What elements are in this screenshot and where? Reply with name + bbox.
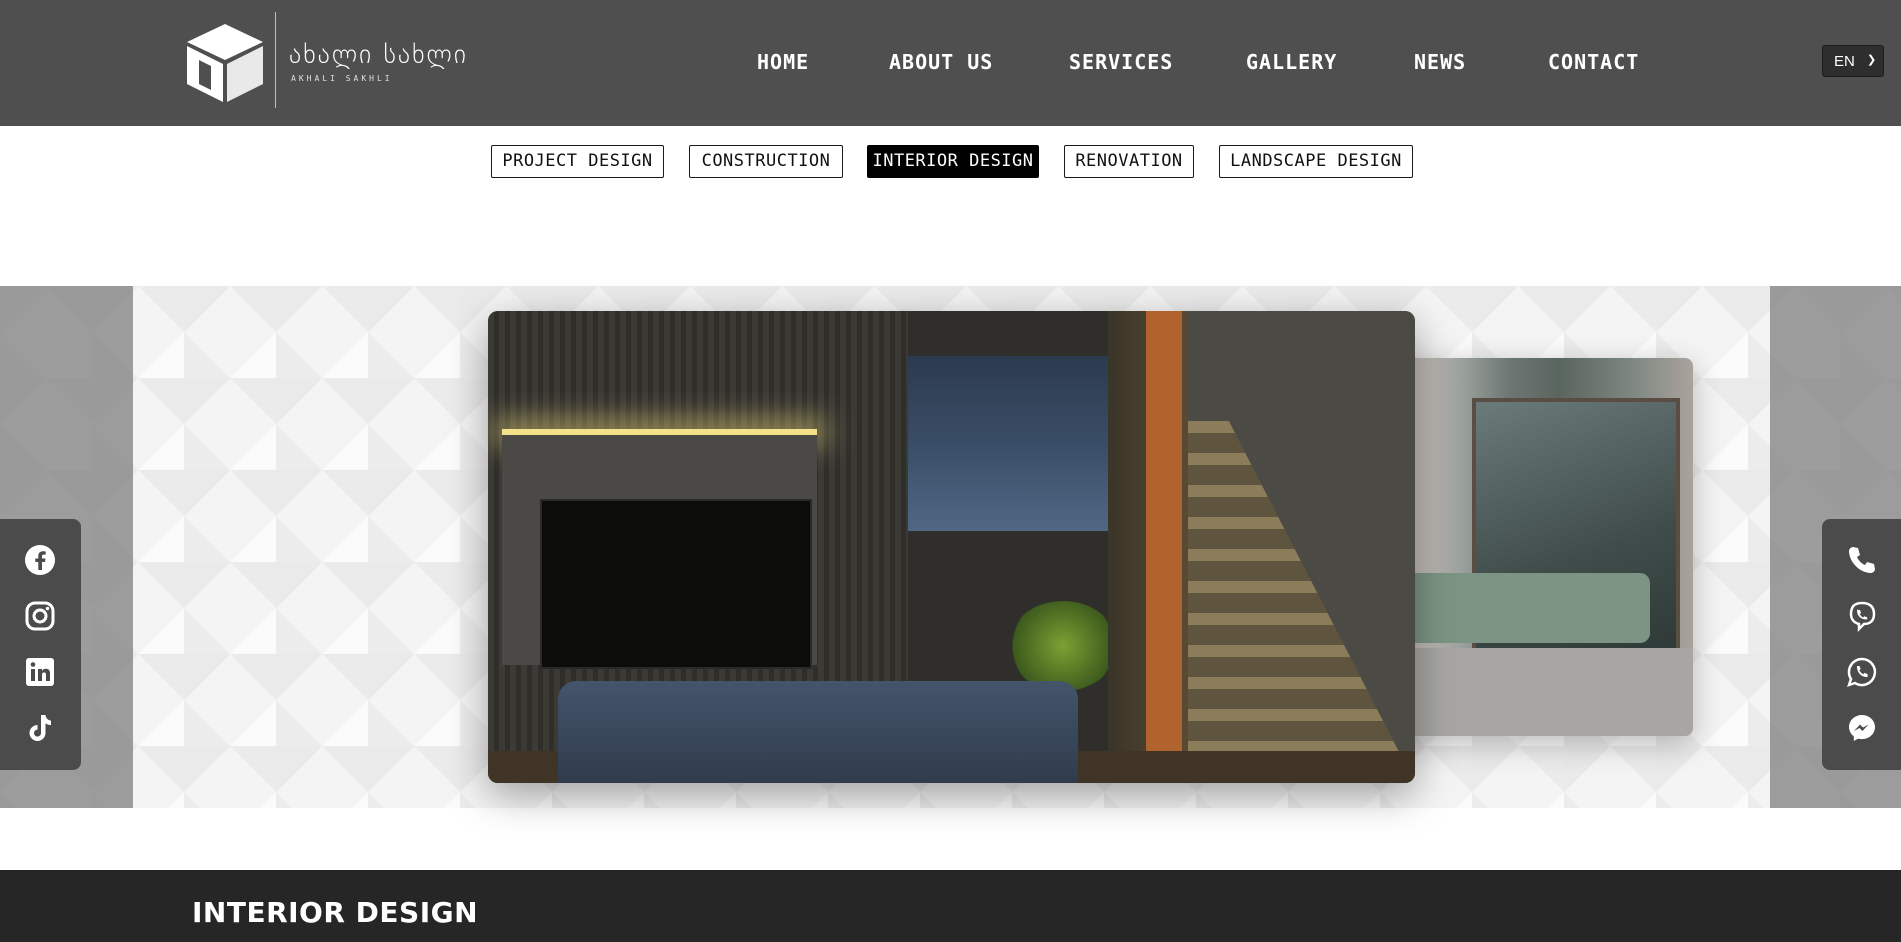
nav-services[interactable]: SERVICES <box>1069 50 1173 74</box>
slide-plant <box>1008 601 1118 691</box>
slide-tv <box>540 499 812 669</box>
contact-links-bar <box>1822 519 1901 770</box>
tab-landscape-design[interactable]: LANDSCAPE DESIGN <box>1219 145 1413 178</box>
nav-home[interactable]: HOME <box>757 50 809 74</box>
tab-construction[interactable]: CONSTRUCTION <box>689 145 843 178</box>
slide-sofa <box>558 681 1078 783</box>
nav-news[interactable]: NEWS <box>1414 50 1466 74</box>
phone-icon[interactable] <box>1846 544 1878 576</box>
slide-window <box>908 356 1118 531</box>
tab-renovation[interactable]: RENOVATION <box>1064 145 1194 178</box>
instagram-icon[interactable] <box>24 600 56 632</box>
tab-project-design[interactable]: PROJECT DESIGN <box>491 145 664 178</box>
tiktok-icon[interactable] <box>24 712 56 744</box>
nav-about-us[interactable]: ABOUT US <box>889 50 993 74</box>
whatsapp-icon[interactable] <box>1846 656 1878 688</box>
section-title: INTERIOR DESIGN <box>192 896 479 929</box>
nav-contact[interactable]: CONTACT <box>1548 50 1639 74</box>
tab-interior-design[interactable]: INTERIOR DESIGN <box>867 145 1039 178</box>
chevron-down-icon: ❯ <box>1867 54 1877 66</box>
slide-pillar-accent <box>1146 311 1182 783</box>
linkedin-icon[interactable] <box>24 656 56 688</box>
social-links-bar <box>0 519 81 770</box>
main-nav: HOME ABOUT US SERVICES GALLERY NEWS CONT… <box>0 0 1901 126</box>
language-value: EN <box>1834 53 1855 70</box>
site-header: ახალი სახლი AKHALI SAKHLI HOME ABOUT US … <box>0 0 1901 126</box>
messenger-icon[interactable] <box>1846 712 1878 744</box>
nav-gallery[interactable]: GALLERY <box>1246 50 1337 74</box>
section-header: INTERIOR DESIGN <box>0 870 1901 942</box>
facebook-icon[interactable] <box>24 544 56 576</box>
viber-icon[interactable] <box>1846 600 1878 632</box>
gallery-slide-active[interactable] <box>488 311 1415 783</box>
language-select[interactable]: EN ❯ <box>1822 45 1884 77</box>
